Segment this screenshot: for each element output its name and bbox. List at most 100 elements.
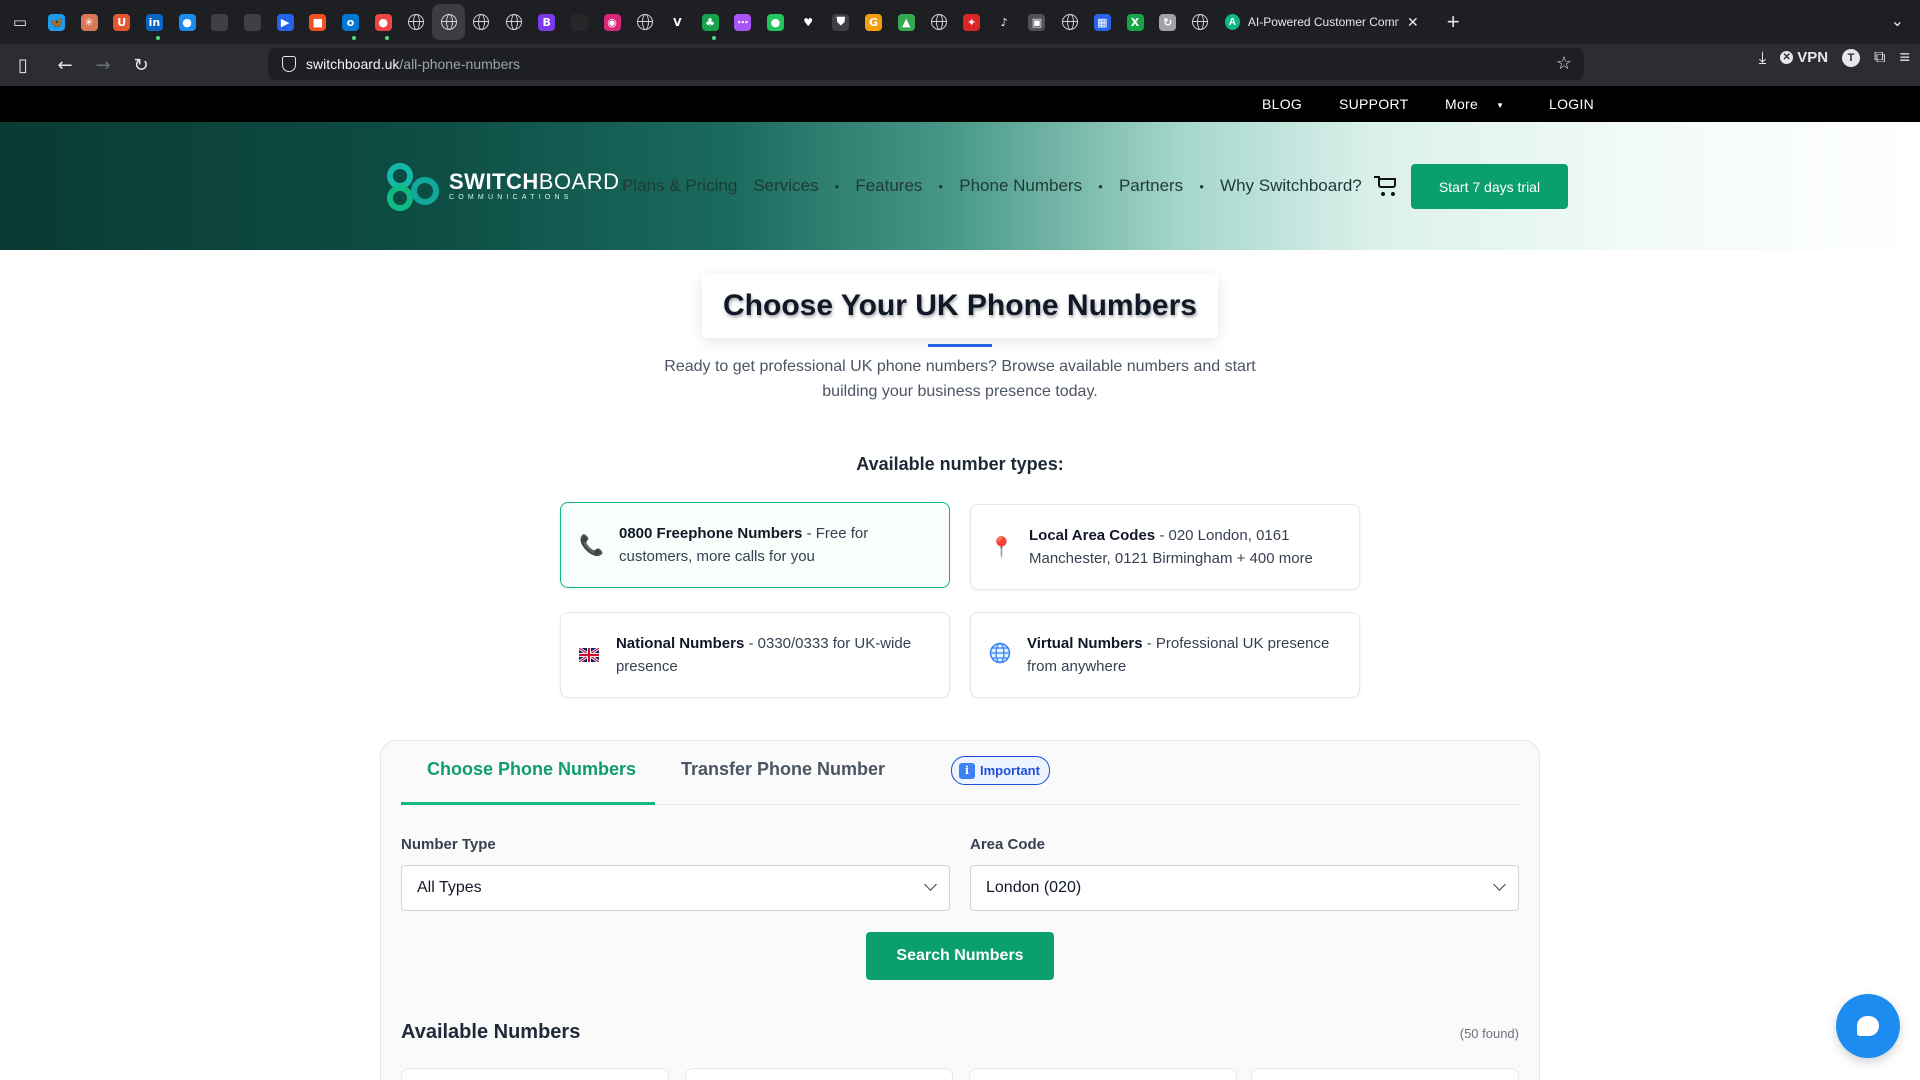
pinned-tab[interactable]: ● — [759, 0, 792, 44]
support-link[interactable]: SUPPORT — [1339, 96, 1409, 112]
nav-phone-numbers[interactable]: Phone Numbers — [959, 176, 1082, 196]
nav-plans-pricing[interactable]: Plans & Pricing — [622, 176, 737, 196]
pinned-tab[interactable]: X — [1119, 0, 1152, 44]
number-card[interactable] — [685, 1068, 953, 1080]
pinned-tab[interactable]: ✳ — [73, 0, 106, 44]
phone-icon: 📞 — [579, 533, 604, 557]
grid-icon: ▦ — [1093, 13, 1111, 31]
pinned-tab[interactable]: ● — [367, 0, 400, 44]
reload-icon[interactable]: ↻ — [123, 47, 159, 83]
partners-caret-icon[interactable]: ● — [1199, 182, 1204, 191]
type-name-national: National Numbers — [615, 635, 745, 652]
pinned-tab[interactable]: V — [661, 0, 694, 44]
active-tab[interactable]: A AI-Powered Customer Communi ✕ — [1217, 0, 1427, 44]
bookmark-star-icon[interactable]: ☆ — [1556, 53, 1572, 74]
globe-icon — [1192, 14, 1209, 30]
main-nav: Plans & Pricing Services ● Features ● Ph… — [622, 176, 1398, 196]
pinned-tab[interactable] — [1053, 0, 1086, 44]
download-icon[interactable]: ⤓ — [1759, 48, 1767, 68]
number-card[interactable] — [1251, 1068, 1519, 1080]
pinned-tab[interactable]: ✦ — [955, 0, 988, 44]
site-shield-icon[interactable] — [282, 56, 296, 72]
area-code-select[interactable]: London (020) — [970, 865, 1519, 911]
switchboard-logo[interactable]: SWITCHBOARD COMMUNICATIONS — [385, 157, 620, 215]
back-icon[interactable]: ← — [47, 47, 83, 83]
pinned-tab[interactable] — [1184, 0, 1217, 44]
phone-numbers-caret-icon[interactable]: ● — [1098, 182, 1103, 191]
pinned-tab[interactable]: ▶ — [269, 0, 302, 44]
number-card[interactable] — [969, 1068, 1237, 1080]
pinned-tab[interactable]: 🦋 — [40, 0, 73, 44]
pinned-tab[interactable]: G — [857, 0, 890, 44]
pinned-tab[interactable] — [628, 0, 661, 44]
blog-link[interactable]: BLOG — [1262, 96, 1302, 112]
address-bar[interactable]: switchboard.uk/all-phone-numbers ☆ — [268, 48, 1584, 80]
pinned-tab[interactable]: in — [138, 0, 171, 44]
pinned-tab[interactable] — [498, 0, 531, 44]
type-card-local[interactable]: 📍 Local Area Codes - 020 London, 0161 Ma… — [970, 504, 1360, 590]
logo-text-bold: SWITCH — [449, 169, 539, 194]
pinned-tab[interactable]: o — [334, 0, 367, 44]
tab-transfer-phone-number[interactable]: Transfer Phone Number — [681, 759, 885, 780]
menu-icon[interactable]: ≡ — [1899, 47, 1910, 68]
pinned-tab[interactable] — [465, 0, 498, 44]
pinned-tab[interactable]: ♪ — [988, 0, 1021, 44]
type-card-virtual[interactable]: Virtual Numbers - Professional UK presen… — [970, 612, 1360, 698]
new-tab-icon[interactable]: + — [1447, 9, 1460, 35]
tab-overview-icon[interactable]: ▭ — [0, 0, 40, 44]
pinned-tab[interactable]: B — [530, 0, 563, 44]
pinned-tab[interactable] — [432, 4, 465, 40]
tab-list-chevron-icon[interactable]: ⌄ — [1891, 11, 1904, 31]
type-card-national[interactable]: National Numbers - 0330/0333 for UK-wide… — [560, 612, 950, 698]
features-caret-icon[interactable]: ● — [938, 182, 943, 191]
more-caret-icon: ▼ — [1496, 100, 1505, 110]
forward-icon[interactable]: → — [85, 47, 121, 83]
login-link[interactable]: LOGIN — [1549, 96, 1594, 112]
type-name-freephone: 0800 Freephone Numbers — [619, 525, 803, 542]
start-trial-button[interactable]: Start 7 days trial — [1411, 164, 1568, 209]
pinned-tab[interactable]: ◉ — [596, 0, 629, 44]
pinned-tab[interactable] — [923, 0, 956, 44]
pinned-tab[interactable] — [400, 0, 433, 44]
active-tab-title: AI-Powered Customer Communi — [1247, 15, 1399, 29]
pinned-tab[interactable]: ● — [171, 0, 204, 44]
more-menu[interactable]: More ▼ — [1445, 96, 1504, 112]
pinned-tab[interactable]: ♥ — [792, 0, 825, 44]
chat-widget-button[interactable] — [1836, 994, 1900, 1058]
important-badge[interactable]: i Important — [951, 756, 1050, 785]
pinned-tab[interactable]: ♣ — [694, 0, 727, 44]
chevron-down-icon — [924, 878, 937, 891]
nav-services[interactable]: Services — [753, 176, 818, 196]
number-card[interactable] — [401, 1068, 669, 1080]
vpn-button[interactable]: ✕ VPN — [1780, 49, 1828, 66]
nav-why-switchboard[interactable]: Why Switchboard? — [1220, 176, 1362, 196]
pinned-tab[interactable] — [203, 0, 236, 44]
cart-icon[interactable] — [1373, 176, 1398, 196]
pinned-tab[interactable]: ▦ — [1086, 0, 1119, 44]
pinned-tab[interactable]: ⛊ — [825, 0, 858, 44]
pinned-tab[interactable]: ↻ — [1151, 0, 1184, 44]
number-type-select[interactable]: All Types — [401, 865, 950, 911]
extensions-icon[interactable]: ⧉ — [1874, 49, 1885, 67]
pinned-tab[interactable] — [236, 0, 269, 44]
pinned-tab[interactable]: ⋯ — [726, 0, 759, 44]
search-numbers-button[interactable]: Search Numbers — [866, 932, 1054, 980]
tab-choose-phone-numbers[interactable]: Choose Phone Numbers — [427, 759, 636, 780]
pinned-tab[interactable] — [563, 0, 596, 44]
url-text[interactable]: switchboard.uk/all-phone-numbers — [306, 56, 520, 72]
nav-partners[interactable]: Partners — [1119, 176, 1183, 196]
type-card-freephone[interactable]: 📞 0800 Freephone Numbers - Free for cust… — [560, 502, 950, 588]
pinned-tab[interactable]: ▣ — [1021, 0, 1054, 44]
sidebar-toggle-icon[interactable]: ▯ — [5, 47, 41, 83]
pinned-tab[interactable]: ▲ — [890, 0, 923, 44]
fire-icon: ● — [374, 13, 392, 31]
services-caret-icon[interactable]: ● — [834, 182, 839, 191]
leaf-icon: ♣ — [701, 13, 719, 31]
map-pin-icon: 📍 — [989, 535, 1014, 559]
type-name-local: Local Area Codes — [1029, 527, 1156, 544]
profile-avatar[interactable]: T — [1842, 48, 1861, 67]
nav-features[interactable]: Features — [855, 176, 922, 196]
pinned-tab[interactable]: U — [105, 0, 138, 44]
close-tab-icon[interactable]: ✕ — [1407, 14, 1419, 31]
pinned-tab[interactable]: ■ — [302, 0, 335, 44]
